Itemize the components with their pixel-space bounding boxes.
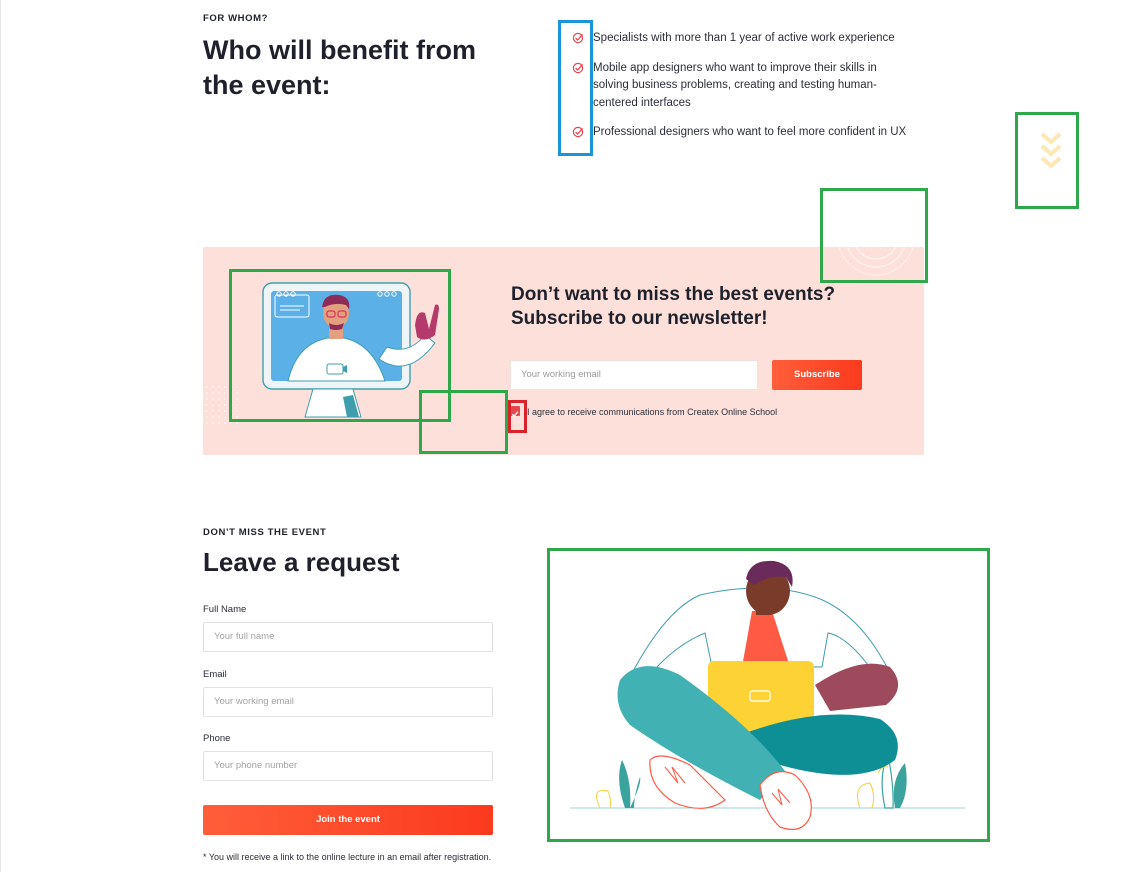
annotation-check-icons-box: [558, 20, 593, 156]
phone-label: Phone: [203, 733, 231, 744]
benefit-title: Who will benefit from the event:: [203, 33, 476, 103]
full-name-label: Full Name: [203, 604, 247, 615]
benefit-title-line-2: the event:: [203, 70, 331, 100]
benefit-item: Specialists with more than 1 year of act…: [572, 30, 912, 48]
section-eyebrow-for-whom: FOR WHOM?: [203, 13, 269, 24]
full-name-input[interactable]: Your full name: [203, 622, 493, 652]
benefit-item-text: Specialists with more than 1 year of act…: [593, 32, 895, 44]
annotation-rings-box: [820, 188, 928, 283]
email-label: Email: [203, 669, 227, 680]
annotation-video-illustration-box: [229, 269, 451, 422]
benefit-item-text: Professional designers who want to feel …: [593, 126, 907, 138]
annotation-small-box: [419, 390, 508, 454]
annotation-checkbox-box: [508, 400, 527, 433]
page-left-border: [0, 0, 1, 872]
benefit-item: Professional designers who want to feel …: [572, 124, 912, 142]
email-input[interactable]: Your working email: [203, 687, 493, 717]
newsletter-title-line-1: Don’t want to miss the best events?: [511, 284, 836, 305]
benefit-item-text: Mobile app designers who want to improve…: [593, 61, 877, 109]
annotation-chevrons-box: [1015, 112, 1079, 209]
section-eyebrow-dont-miss: DON’T MISS THE EVENT: [203, 527, 327, 538]
newsletter-title: Don’t want to miss the best events? Subs…: [511, 283, 871, 331]
benefit-list: Specialists with more than 1 year of act…: [572, 30, 912, 154]
agree-label: I agree to receive communications from C…: [527, 407, 778, 417]
request-title: Leave a request: [203, 547, 400, 577]
benefit-item: Mobile app designers who want to improve…: [572, 60, 912, 113]
subscribe-button[interactable]: Subscribe: [772, 360, 862, 390]
benefit-title-line-1: Who will benefit from: [203, 35, 476, 65]
newsletter-title-line-2: Subscribe to our newsletter!: [511, 308, 768, 329]
newsletter-email-input[interactable]: Your working email: [510, 360, 758, 390]
phone-input[interactable]: Your phone number: [203, 751, 493, 781]
registration-note: * You will receive a link to the online …: [203, 852, 492, 862]
annotation-person-illustration-box: [547, 548, 990, 842]
join-event-button[interactable]: Join the event: [203, 805, 493, 835]
